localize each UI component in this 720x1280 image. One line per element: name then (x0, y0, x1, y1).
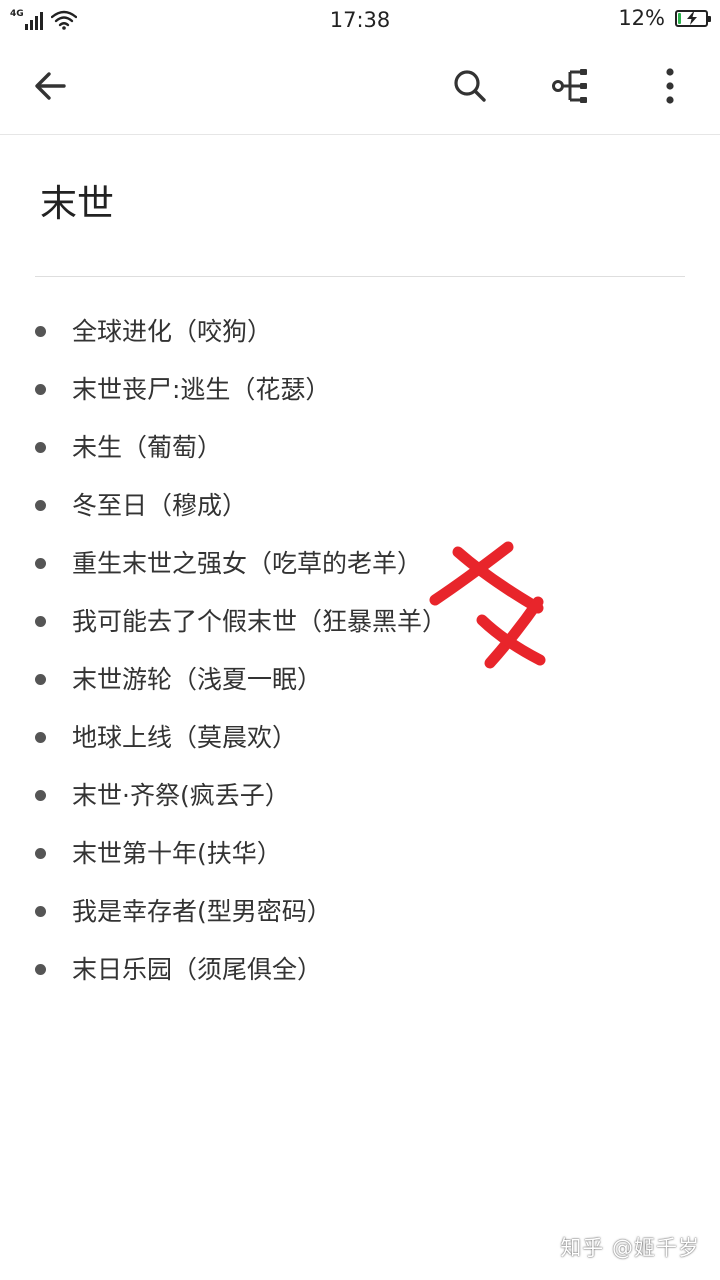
bullet-icon (35, 384, 46, 395)
battery-percent: 12% (618, 6, 665, 30)
list-item-text: 未生（葡萄） (72, 433, 223, 462)
bullet-icon (35, 732, 46, 743)
list-item[interactable]: 末世游轮（浅夏一眠） (0, 650, 720, 708)
list-item-text: 全球进化（咬狗） (72, 317, 273, 346)
bullet-icon (35, 558, 46, 569)
book-list: 全球进化（咬狗） 末世丧尸:逃生（花瑟） 未生（葡萄） 冬至日（穆成） 重生末世… (0, 302, 720, 998)
list-item-text: 冬至日（穆成） (72, 491, 248, 520)
bullet-icon (35, 500, 46, 511)
note-title: 末世 (40, 182, 114, 225)
list-item-text: 我可能去了个假末世（狂暴黑羊） (72, 607, 448, 636)
list-item[interactable]: 末日乐园（须尾俱全） (0, 940, 720, 998)
search-button[interactable] (444, 60, 496, 112)
list-item[interactable]: 我可能去了个假末世（狂暴黑羊） (0, 592, 720, 650)
more-options-button[interactable] (644, 60, 696, 112)
clock: 17:38 (329, 8, 391, 32)
list-item-text: 末世第十年(扶华） (72, 839, 282, 868)
battery-fill (678, 12, 681, 24)
bullet-icon (35, 848, 46, 859)
list-item[interactable]: 冬至日（穆成） (0, 476, 720, 534)
list-item[interactable]: 未生（葡萄） (0, 418, 720, 476)
title-divider (35, 276, 685, 277)
more-vertical-icon (666, 68, 674, 104)
bullet-icon (35, 616, 46, 627)
back-button[interactable] (24, 60, 76, 112)
search-icon (454, 70, 486, 102)
list-item[interactable]: 末世·齐祭(疯丢子） (0, 766, 720, 824)
share-button[interactable] (545, 60, 597, 112)
list-item-text: 我是幸存者(型男密码） (72, 897, 332, 926)
app-toolbar (0, 38, 720, 135)
list-item[interactable]: 地球上线（莫晨欢） (0, 708, 720, 766)
list-item-text: 末世·齐祭(疯丢子） (72, 781, 290, 810)
status-bar: 4G 17:38 12% (0, 0, 720, 38)
list-item[interactable]: 重生末世之强女（吃草的老羊） (0, 534, 720, 592)
share-tree-icon (552, 69, 587, 103)
charging-bolt-icon (687, 11, 697, 25)
bullet-icon (35, 442, 46, 453)
list-item[interactable]: 末世丧尸:逃生（花瑟） (0, 360, 720, 418)
list-item-text: 重生末世之强女（吃草的老羊） (72, 549, 423, 578)
watermark: 知乎 @姬千岁 (560, 1236, 700, 1260)
status-right: 12% (618, 6, 711, 30)
list-item-text: 末日乐园（须尾俱全） (72, 955, 323, 984)
bullet-icon (35, 326, 46, 337)
list-item[interactable]: 全球进化（咬狗） (0, 302, 720, 360)
bullet-icon (35, 790, 46, 801)
arrow-left-icon (35, 72, 66, 100)
list-item[interactable]: 末世第十年(扶华） (0, 824, 720, 882)
bullet-icon (35, 964, 46, 975)
bullet-icon (35, 674, 46, 685)
list-item-text: 末世丧尸:逃生（花瑟） (72, 375, 331, 404)
bullet-icon (35, 906, 46, 917)
list-item[interactable]: 我是幸存者(型男密码） (0, 882, 720, 940)
list-item-text: 地球上线（莫晨欢） (72, 723, 298, 752)
list-item-text: 末世游轮（浅夏一眠） (72, 665, 323, 694)
battery-icon (675, 9, 711, 27)
